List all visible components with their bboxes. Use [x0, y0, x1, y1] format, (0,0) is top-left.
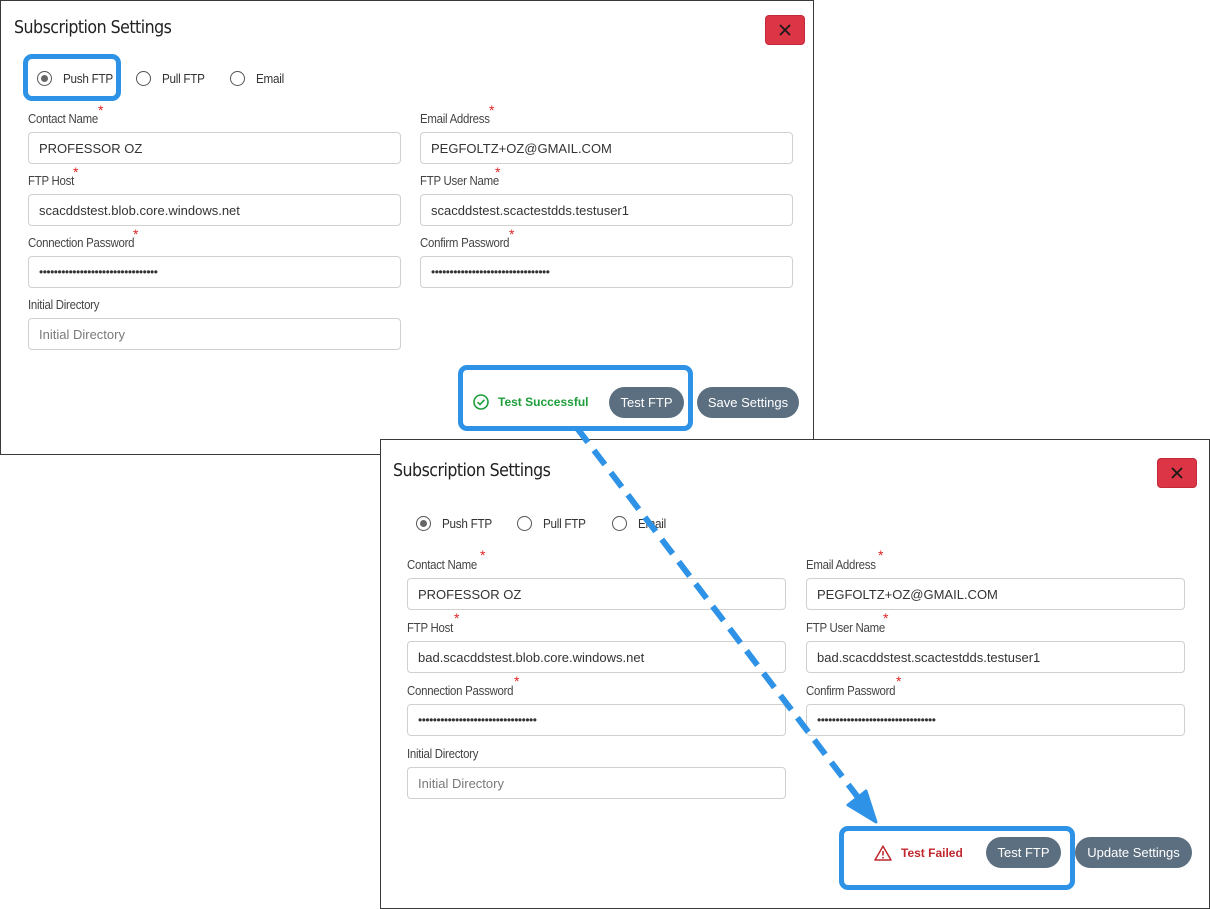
- required-marker: *: [509, 226, 515, 242]
- required-marker: *: [98, 102, 104, 118]
- ftp-host-field[interactable]: bad.scacddstest.blob.core.windows.net: [407, 641, 786, 673]
- test-status: Test Successful: [473, 394, 588, 410]
- connection-password-field[interactable]: ••••••••••••••••••••••••••••••••: [407, 704, 786, 736]
- required-marker: *: [133, 226, 139, 242]
- required-marker: *: [878, 547, 884, 563]
- dialog-title: Subscription Settings: [14, 17, 172, 38]
- contact-name-label: Contact Name: [407, 557, 477, 572]
- radio-label: Push FTP: [63, 71, 113, 86]
- ftp-user-name-label: FTP User Name: [806, 620, 886, 635]
- close-icon: [779, 24, 791, 36]
- radio-button[interactable]: [37, 71, 52, 86]
- required-marker: *: [73, 164, 79, 180]
- email-address-field[interactable]: PEGFOLTZ+OZ@GMAIL.COM: [806, 578, 1185, 610]
- close-button[interactable]: [1157, 458, 1197, 488]
- contact-name-label: Contact Name: [28, 111, 98, 126]
- save-settings-button[interactable]: Save Settings: [697, 387, 799, 418]
- radio-button[interactable]: [517, 516, 532, 531]
- required-marker: *: [495, 164, 501, 180]
- contact-name-field[interactable]: PROFESSOR OZ: [407, 578, 786, 610]
- ftp-host-field[interactable]: scacddstest.blob.core.windows.net: [28, 194, 401, 226]
- radio-label: Push FTP: [442, 516, 492, 531]
- ftp-user-name-field[interactable]: bad.scacddstest.scactestdds.testuser1: [806, 641, 1185, 673]
- radio-label: Pull FTP: [162, 71, 205, 86]
- email-address-label: Email Address: [420, 111, 490, 126]
- confirm-password-field[interactable]: ••••••••••••••••••••••••••••••••: [806, 704, 1185, 736]
- required-marker: *: [489, 102, 495, 118]
- email-address-label: Email Address: [806, 557, 876, 572]
- warning-triangle-icon: [874, 845, 892, 861]
- contact-name-field[interactable]: PROFESSOR OZ: [28, 132, 401, 164]
- required-marker: *: [480, 547, 486, 563]
- radio-label: Email: [256, 71, 284, 86]
- ftp-host-label: FTP Host: [407, 620, 453, 635]
- status-text: Test Failed: [901, 846, 963, 860]
- connection-password-field[interactable]: ••••••••••••••••••••••••••••••••: [28, 256, 401, 288]
- radio-push-ftp[interactable]: Push FTP: [37, 71, 118, 86]
- radio-email[interactable]: Email: [612, 516, 669, 531]
- radio-label: Email: [638, 516, 666, 531]
- radio-button[interactable]: [230, 71, 245, 86]
- connection-password-label: Connection Password: [407, 683, 514, 698]
- subscription-settings-dialog-success: Subscription Settings Push FTP Pull FTP …: [0, 0, 814, 455]
- radio-pull-ftp[interactable]: Pull FTP: [517, 516, 590, 531]
- update-settings-button[interactable]: Update Settings: [1075, 837, 1192, 868]
- radio-label: Pull FTP: [543, 516, 586, 531]
- radio-pull-ftp[interactable]: Pull FTP: [136, 71, 209, 86]
- email-address-field[interactable]: PEGFOLTZ+OZ@GMAIL.COM: [420, 132, 793, 164]
- test-ftp-button[interactable]: Test FTP: [986, 837, 1061, 868]
- test-ftp-button[interactable]: Test FTP: [609, 387, 684, 418]
- initial-directory-label: Initial Directory: [407, 746, 479, 761]
- ftp-user-name-field[interactable]: scacddstest.scactestdds.testuser1: [420, 194, 793, 226]
- confirm-password-label: Confirm Password: [420, 235, 510, 250]
- confirm-password-field[interactable]: ••••••••••••••••••••••••••••••••: [420, 256, 793, 288]
- status-text: Test Successful: [498, 395, 589, 409]
- dialog-title: Subscription Settings: [393, 460, 551, 481]
- subscription-settings-dialog-failed: Subscription Settings Push FTP Pull FTP …: [380, 439, 1210, 909]
- initial-directory-field[interactable]: Initial Directory: [28, 318, 401, 350]
- ftp-user-name-label: FTP User Name: [420, 173, 500, 188]
- required-marker: *: [514, 673, 520, 689]
- close-icon: [1171, 467, 1183, 479]
- test-status: Test Failed: [874, 845, 963, 861]
- required-marker: *: [454, 610, 460, 626]
- close-button[interactable]: [765, 15, 805, 45]
- radio-button[interactable]: [416, 516, 431, 531]
- connection-password-label: Connection Password: [28, 235, 135, 250]
- confirm-password-label: Confirm Password: [806, 683, 896, 698]
- radio-email[interactable]: Email: [230, 71, 287, 86]
- radio-button[interactable]: [612, 516, 627, 531]
- initial-directory-label: Initial Directory: [28, 297, 100, 312]
- ftp-host-label: FTP Host: [28, 173, 74, 188]
- radio-push-ftp[interactable]: Push FTP: [416, 516, 497, 531]
- initial-directory-field[interactable]: Initial Directory: [407, 767, 786, 799]
- check-circle-icon: [473, 394, 489, 410]
- radio-button[interactable]: [136, 71, 151, 86]
- required-marker: *: [896, 673, 902, 689]
- required-marker: *: [883, 610, 889, 626]
